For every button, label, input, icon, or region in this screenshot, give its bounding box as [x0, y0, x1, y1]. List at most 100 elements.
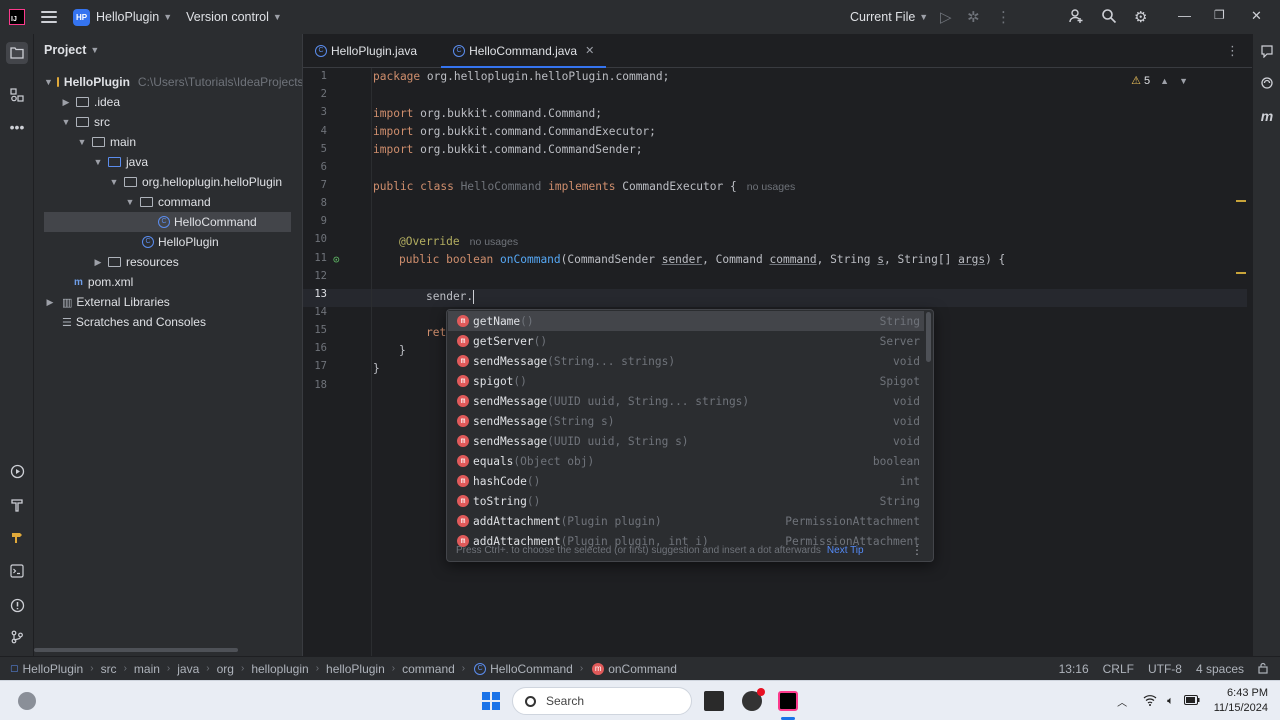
minimize-icon[interactable]: —	[1178, 8, 1191, 23]
breadcrumb-item[interactable]: src	[101, 662, 117, 676]
structure-tool-icon[interactable]	[8, 86, 26, 104]
next-tip-link[interactable]: Next Tip	[827, 545, 864, 556]
expand-arrow-icon[interactable]: ▶	[60, 97, 72, 108]
completion-item[interactable]: m toString() String	[448, 491, 924, 511]
task-view-icon[interactable]	[704, 691, 724, 711]
project-selector[interactable]: HelloPlugin ▼	[96, 10, 172, 24]
taskbar-search[interactable]: Search	[512, 687, 692, 715]
run-config-selector[interactable]: Current File ▼	[850, 10, 928, 24]
debug-icon[interactable]: ✲	[967, 8, 980, 26]
expand-arrow-icon[interactable]: ▼	[108, 177, 120, 187]
expand-arrow-icon[interactable]: ▶	[44, 297, 56, 308]
code-line-15[interactable]: ret	[426, 326, 446, 339]
expand-arrow-icon[interactable]: ▼	[60, 117, 72, 127]
line-separator[interactable]: CRLF	[1103, 662, 1134, 676]
taskbar-clock[interactable]: 6:43 PM 11/15/2024	[1214, 686, 1268, 716]
code-line-1[interactable]: package org.helloplugin.helloPlugin.comm…	[373, 70, 669, 83]
expand-arrow-icon[interactable]: ▼	[92, 157, 104, 167]
more-actions-icon[interactable]: ⋮	[996, 8, 1011, 26]
popup-scrollbar[interactable]	[926, 312, 931, 362]
chevron-down-icon[interactable]: ▼	[1179, 76, 1188, 86]
completion-item[interactable]: m sendMessage (UUID uuid, String... string…	[448, 391, 924, 411]
weather-icon[interactable]	[18, 692, 36, 710]
tab-helloplugin-java[interactable]: C HelloPlugin.java	[303, 34, 429, 67]
code-line-7[interactable]: public class HelloCommand implements Com…	[373, 180, 795, 193]
intellij-taskbar-icon[interactable]	[778, 691, 798, 711]
build-hammer-icon[interactable]	[8, 496, 26, 514]
vcs-selector[interactable]: Version control ▼	[186, 10, 282, 24]
override-marker-icon[interactable]: ⊙	[333, 253, 340, 266]
code-line-3[interactable]: import org.bukkit.command.Command;	[373, 107, 602, 120]
battery-icon[interactable]	[1183, 694, 1200, 708]
git-branch-icon[interactable]	[8, 628, 26, 646]
run-tool-icon[interactable]	[8, 462, 26, 480]
breadcrumb-item[interactable]: HelloCommand	[490, 662, 573, 676]
completion-item[interactable]: m spigot() Spigot	[448, 371, 924, 391]
tabs-more-icon[interactable]: ⋮	[1226, 43, 1239, 59]
tab-hellocommand-java[interactable]: C HelloCommand.java ✕	[441, 34, 607, 68]
completion-item[interactable]: m equals (Object obj) boolean	[448, 451, 924, 471]
windows-start-icon[interactable]	[482, 692, 500, 710]
tree-item-helloplugin-class[interactable]: C HelloPlugin	[34, 232, 302, 252]
tree-item-src[interactable]: ▼ src	[34, 112, 302, 132]
maven-tool-icon[interactable]: m	[1259, 108, 1275, 124]
breadcrumb-item[interactable]: helloplugin	[251, 662, 308, 676]
caret-position[interactable]: 13:16	[1059, 662, 1089, 676]
code-line-13[interactable]: sender.	[426, 290, 475, 304]
volume-icon[interactable]: 🔈︎	[1167, 695, 1174, 708]
completion-item[interactable]: m addAttachment (Plugin plugin) PermissionA…	[448, 511, 924, 531]
settings-gear-icon[interactable]: ⚙	[1134, 8, 1147, 26]
wifi-icon[interactable]	[1143, 694, 1157, 709]
completion-item[interactable]: m sendMessage (String s) void	[448, 411, 924, 431]
lock-icon[interactable]	[1258, 662, 1268, 677]
terminal-icon[interactable]	[8, 562, 26, 580]
code-line-17[interactable]: }	[373, 362, 380, 375]
app-icon[interactable]	[742, 688, 765, 711]
add-user-icon[interactable]	[1068, 8, 1084, 28]
file-encoding[interactable]: UTF-8	[1148, 662, 1182, 676]
main-menu-icon[interactable]	[41, 11, 57, 23]
completion-item[interactable]: m hashCode() int	[448, 471, 924, 491]
expand-arrow-icon[interactable]: ▼	[76, 137, 88, 147]
notifications-icon[interactable]	[1259, 44, 1275, 60]
restore-icon[interactable]: ❐	[1214, 8, 1225, 22]
popup-more-icon[interactable]: ⋮	[911, 543, 923, 557]
tree-item-external-libraries[interactable]: ▶ ▥ External Libraries	[34, 292, 302, 312]
more-tools-icon[interactable]: •••	[8, 118, 26, 136]
tree-item-package[interactable]: ▼ org.helloplugin.helloPlugin	[34, 172, 302, 192]
breadcrumb-item[interactable]: onCommand	[608, 662, 677, 676]
horizontal-scrollbar[interactable]	[34, 648, 238, 652]
project-tool-icon[interactable]	[6, 42, 28, 64]
tree-item-idea[interactable]: ▶ .idea	[34, 92, 302, 112]
warning-stripe-marker[interactable]	[1236, 272, 1246, 274]
inspection-widget[interactable]: ⚠ 5 ▲ ▼	[1131, 74, 1188, 88]
ai-assistant-icon[interactable]	[1259, 76, 1275, 92]
tree-item-java[interactable]: ▼ java	[34, 152, 302, 172]
tree-item-hellocommand[interactable]: C HelloCommand	[44, 212, 291, 232]
completion-item[interactable]: m getName() String	[448, 311, 924, 331]
close-tab-icon[interactable]: ✕	[585, 44, 594, 57]
tree-item-command[interactable]: ▼ command	[34, 192, 302, 212]
breadcrumb-item[interactable]: java	[177, 662, 199, 676]
completion-item[interactable]: m getServer() Server	[448, 331, 924, 351]
code-line-10[interactable]: @Override no usages	[399, 235, 518, 248]
breadcrumb-item[interactable]: command	[402, 662, 455, 676]
close-window-icon[interactable]: ✕	[1251, 8, 1262, 24]
tree-item-pom[interactable]: m pom.xml	[34, 272, 302, 292]
code-line-16[interactable]: }	[399, 344, 406, 357]
breadcrumb-item[interactable]: main	[134, 662, 160, 676]
tree-item-resources[interactable]: ▶ resources	[34, 252, 302, 272]
usages-hint[interactable]: no usages	[470, 236, 518, 248]
breadcrumb-item[interactable]: org	[217, 662, 234, 676]
indent-setting[interactable]: 4 spaces	[1196, 662, 1244, 676]
breadcrumb-item[interactable]: HelloPlugin	[23, 662, 84, 676]
run-icon[interactable]: ▷	[940, 8, 952, 26]
usages-hint[interactable]: no usages	[747, 181, 795, 193]
problems-icon[interactable]	[8, 596, 26, 614]
expand-arrow-icon[interactable]: ▼	[124, 197, 136, 207]
code-line-11[interactable]: public boolean onCommand(CommandSender s…	[399, 253, 1005, 266]
intellij-logo-icon[interactable]: IJ	[9, 9, 25, 25]
completion-item[interactable]: m sendMessage (String... strings) void	[448, 351, 924, 371]
expand-arrow-icon[interactable]: ▼	[44, 77, 53, 87]
maven-hammer-icon[interactable]	[8, 528, 26, 546]
